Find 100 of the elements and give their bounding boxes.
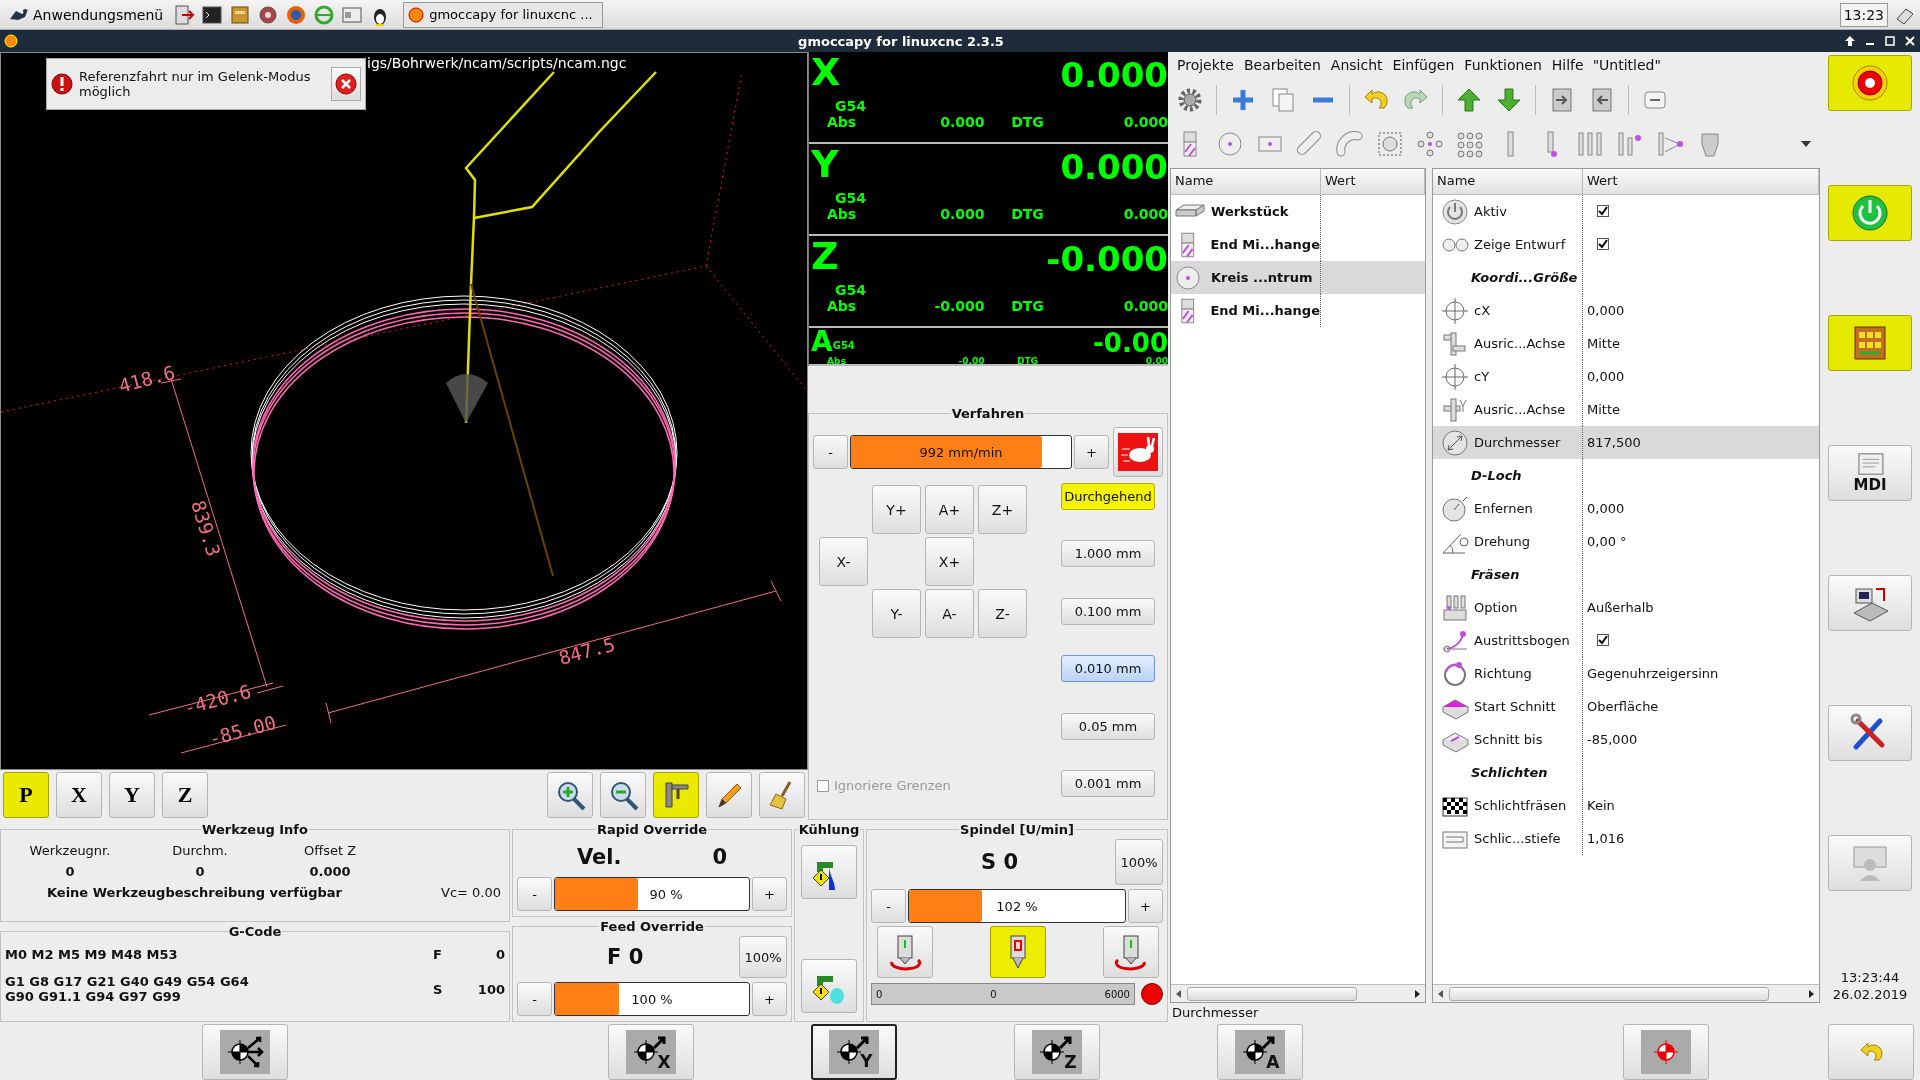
property-row[interactable]: Fräsen (1433, 558, 1819, 591)
increase-button[interactable]: + (752, 982, 787, 1016)
zoom-in-button[interactable] (547, 772, 593, 818)
menu-item[interactable]: Projekte (1172, 57, 1239, 73)
exit-icon[interactable] (173, 3, 196, 26)
jog-button[interactable]: Z- (978, 589, 1027, 638)
flood-coolant-button[interactable] (801, 845, 857, 899)
jog-button[interactable]: X+ (925, 537, 974, 586)
tree-row[interactable]: End Mi...hange (1171, 294, 1425, 327)
dotted-frame-icon[interactable] (1376, 130, 1404, 158)
increment-button[interactable]: 0.100 mm (1061, 597, 1155, 625)
checkbox[interactable] (1597, 634, 1609, 646)
property-row[interactable]: Koordi...Größe (1433, 261, 1819, 294)
view-button[interactable]: Z (162, 772, 208, 818)
spindle-button[interactable] (1103, 926, 1159, 978)
touch-off-button[interactable]: A (1216, 1024, 1303, 1080)
increment-button[interactable]: Durchgehend (1061, 483, 1155, 510)
mist-coolant-button[interactable] (801, 959, 857, 1013)
emergency-stop-button[interactable] (1828, 55, 1912, 111)
property-row[interactable]: cX 0,000 (1433, 294, 1819, 327)
increase-button[interactable]: + (1128, 889, 1163, 923)
property-row[interactable]: Austrittsbogen (1433, 624, 1819, 657)
horizontal-scrollbar[interactable] (1433, 984, 1819, 1002)
terminal-screen-button[interactable]: MDI (1828, 445, 1912, 501)
screwdriver-wrench-button[interactable] (1828, 705, 1912, 761)
tree-row[interactable]: Werkstück (1171, 195, 1425, 228)
taskbar-window-button[interactable]: gmoccapy for linuxcnc ... (403, 1, 604, 28)
power-button[interactable] (1828, 185, 1912, 241)
jog-button[interactable]: Z+ (978, 485, 1027, 534)
ring-icon[interactable] (313, 3, 336, 26)
reset-button[interactable]: 100% (1115, 839, 1163, 885)
jog-button[interactable]: X- (819, 537, 868, 586)
menu-item[interactable]: Einfügen (1387, 57, 1460, 73)
view-button[interactable]: X (56, 772, 102, 818)
maximize-icon[interactable] (1884, 35, 1896, 47)
property-row[interactable]: D-Loch (1433, 459, 1819, 492)
jog-button[interactable]: Y+ (872, 485, 921, 534)
fast-mode-button[interactable] (1113, 427, 1163, 477)
slider-track[interactable]: 992 mm/min (850, 435, 1072, 469)
touch-off-button[interactable] (201, 1024, 288, 1080)
decrease-button[interactable]: - (871, 889, 906, 923)
touch-off-button[interactable]: Z (1013, 1024, 1100, 1080)
slider-track[interactable]: 102 % (908, 889, 1126, 923)
increment-button[interactable]: 0.010 mm (1061, 655, 1155, 683)
property-row[interactable]: Zeige Entwurf (1433, 228, 1819, 261)
menu-item[interactable]: Hilfe (1546, 57, 1589, 73)
zoom-out-button[interactable] (600, 772, 646, 818)
file-manager-icon[interactable] (229, 3, 252, 26)
property-row[interactable]: Schlichtfräsen Kein (1433, 789, 1819, 822)
column-header[interactable]: Wert (1321, 169, 1425, 194)
close-button[interactable] (331, 67, 361, 101)
touch-off-button[interactable]: X (607, 1024, 694, 1080)
menu-item[interactable]: Ansicht (1325, 57, 1388, 73)
tree-row[interactable]: Kreis ...ntrum (1171, 261, 1425, 294)
property-row[interactable]: Ausric...Achse Mitte (1433, 327, 1819, 360)
property-row[interactable]: Enfernen 0,000 (1433, 492, 1819, 525)
column-header[interactable]: Wert (1583, 169, 1819, 194)
application-menu-button[interactable]: Anwendungsmenü (4, 4, 168, 25)
property-row[interactable]: Schlichten (1433, 756, 1819, 789)
increment-button[interactable]: 1.000 mm (1061, 540, 1155, 568)
hole-grid-icon[interactable] (1456, 130, 1484, 158)
property-row[interactable]: Option Außerhalb (1433, 591, 1819, 624)
property-row[interactable]: Durchmesser 817,500 (1433, 426, 1819, 459)
zero-button[interactable] (1622, 1024, 1709, 1080)
touch-off-button[interactable]: Y (810, 1024, 897, 1080)
menu-item[interactable]: Bearbeiten (1238, 57, 1326, 73)
pencil-button[interactable] (706, 772, 752, 818)
jog-button[interactable]: Y- (872, 589, 921, 638)
gear-icon[interactable] (1176, 86, 1204, 114)
horizontal-scrollbar[interactable] (1171, 984, 1425, 1002)
drill-path-icon[interactable] (1656, 130, 1684, 158)
broom-button[interactable] (759, 772, 805, 818)
property-row[interactable]: cY 0,000 (1433, 360, 1819, 393)
up-arrow-icon[interactable] (1844, 35, 1856, 47)
checkbox[interactable] (1597, 205, 1609, 217)
property-row[interactable]: Drehung 0,00 ° (1433, 525, 1819, 558)
cnc-machine-button[interactable] (1828, 575, 1912, 631)
menu-item[interactable]: Funktionen (1459, 57, 1547, 73)
increase-button[interactable]: + (1074, 435, 1109, 469)
increment-button[interactable]: 0.001 mm (1061, 769, 1155, 797)
reset-button[interactable]: 100% (739, 936, 787, 978)
property-row[interactable]: Richtung Gegenuhrzeigersinn (1433, 657, 1819, 690)
property-row[interactable]: Schlic...stiefe 1,016 (1433, 822, 1819, 855)
column-header[interactable]: Name (1171, 169, 1321, 194)
drill-pattern-icon[interactable] (1616, 130, 1644, 158)
slot-icon[interactable] (1296, 130, 1324, 158)
hole-circle-icon[interactable] (1416, 130, 1444, 158)
close-icon[interactable] (1904, 35, 1916, 47)
control-panel-button[interactable] (1828, 315, 1912, 371)
decrease-button[interactable]: - (813, 435, 848, 469)
dropdown-caret-icon[interactable] (1800, 139, 1812, 149)
jog-button[interactable]: A- (925, 589, 974, 638)
checkbox[interactable] (1597, 238, 1609, 250)
spindle-button[interactable] (877, 926, 933, 978)
property-row[interactable]: Start Schnitt Oberfläche (1433, 690, 1819, 723)
spindle-button[interactable] (990, 926, 1046, 978)
decrease-button[interactable]: - (517, 982, 552, 1016)
terminal-icon[interactable] (201, 3, 224, 26)
toolpath-preview[interactable]: 418.6 839.3 847.5 -420.6 -85.00 igs/Bohrwerk/ncam/scripts/ncam.ngc Referenzfahrt nur im Gelenk-Modus möglich (0, 52, 808, 770)
view-button[interactable]: P (3, 772, 49, 818)
